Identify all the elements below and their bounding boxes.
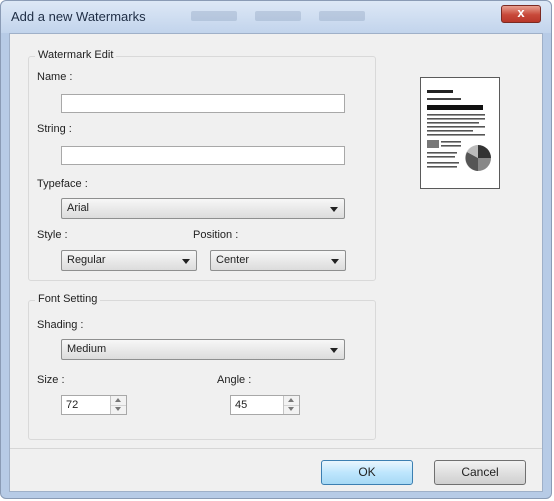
angle-down-button[interactable] (284, 405, 299, 414)
angle-value: 45 (235, 399, 248, 411)
chevron-down-icon (330, 207, 338, 212)
dialog-body: Watermark Edit Name : String : Typeface … (9, 33, 543, 492)
style-label: Style : (37, 229, 68, 241)
shading-label: Shading : (37, 319, 84, 331)
name-input[interactable] (61, 94, 345, 113)
chevron-down-icon (331, 259, 339, 264)
size-label: Size : (37, 374, 65, 386)
angle-label: Angle : (217, 374, 252, 386)
cancel-button[interactable]: Cancel (434, 460, 526, 485)
position-label: Position : (193, 229, 239, 241)
string-label: String : (37, 123, 72, 135)
ok-button[interactable]: OK (321, 460, 413, 485)
typeface-select[interactable]: Arial (61, 198, 345, 219)
footer-separator (10, 448, 542, 449)
name-label: Name : (37, 71, 73, 83)
size-down-button[interactable] (111, 405, 126, 414)
style-select[interactable]: Regular (61, 250, 197, 271)
document-preview-icon (427, 90, 491, 171)
font-setting-group: Font Setting Shading : Medium Size : 72 … (28, 293, 376, 440)
size-spinner[interactable]: 72 (61, 395, 127, 415)
typeface-value: Arial (67, 202, 90, 214)
window-title: Add a new Watermarks (11, 9, 146, 24)
string-input[interactable] (61, 146, 345, 165)
shading-select[interactable]: Medium (61, 339, 345, 360)
watermark-edit-caption: Watermark Edit (35, 49, 117, 61)
title-bar: Add a new Watermarks x (1, 1, 551, 33)
typeface-label: Typeface : (37, 178, 88, 190)
dialog-window: Add a new Watermarks x Watermark Edit Na… (0, 0, 552, 499)
watermark-edit-group: Watermark Edit Name : String : Typeface … (28, 49, 376, 281)
background-tabs (191, 11, 365, 21)
position-value: Center (216, 254, 250, 266)
position-select[interactable]: Center (210, 250, 346, 271)
watermark-preview (420, 77, 500, 189)
shading-value: Medium (67, 343, 107, 355)
size-value: 72 (66, 399, 79, 411)
style-value: Regular (67, 254, 106, 266)
close-button[interactable]: x (501, 5, 541, 23)
font-setting-caption: Font Setting (35, 293, 101, 305)
angle-spinner[interactable]: 45 (230, 395, 300, 415)
chevron-down-icon (330, 348, 338, 353)
chevron-down-icon (182, 259, 190, 264)
close-icon: x (517, 5, 525, 20)
